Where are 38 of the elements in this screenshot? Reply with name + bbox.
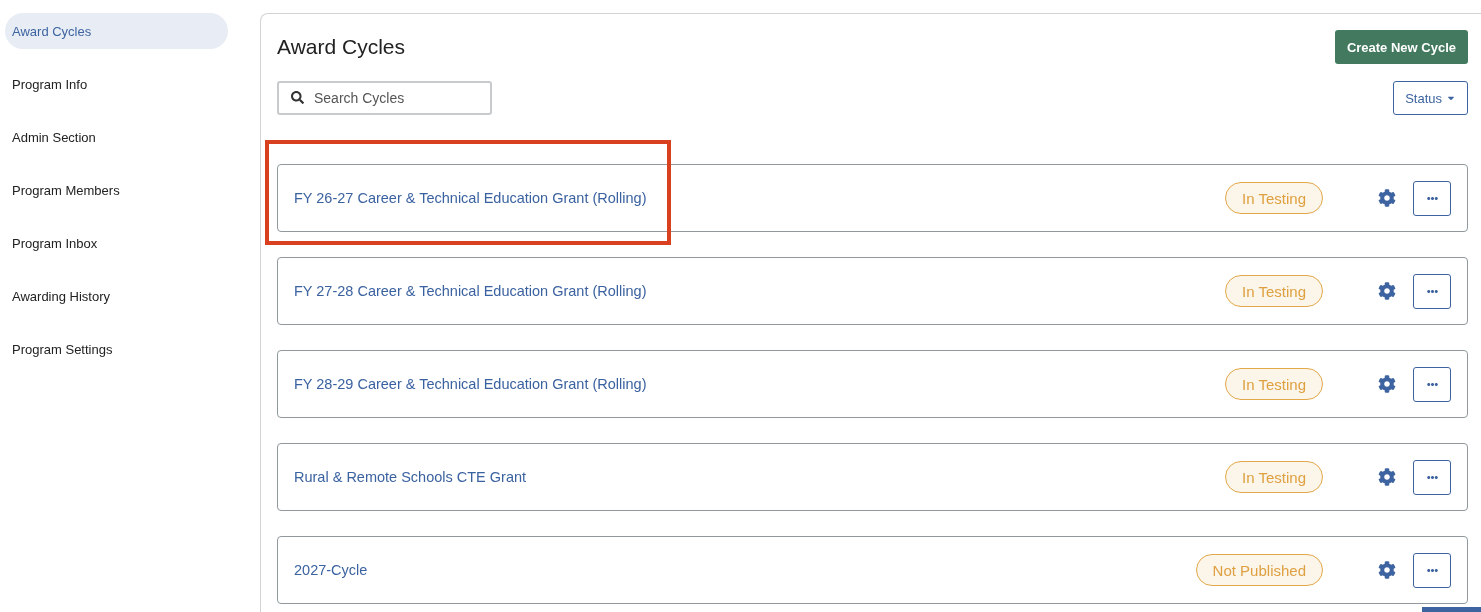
cycle-link[interactable]: FY 28-29 Career & Technical Education Grant (Rolling) [294, 376, 647, 392]
more-button[interactable] [1413, 273, 1451, 309]
status-badge: In Testing [1225, 182, 1323, 214]
sidebar-item[interactable]: Program Inbox [5, 225, 228, 261]
status-badge: Not Published [1195, 554, 1323, 586]
settings-button[interactable] [1378, 282, 1396, 300]
status-badge: In Testing [1225, 275, 1323, 307]
search-icon [291, 91, 304, 104]
status-badge: In Testing [1225, 461, 1323, 493]
cycle-link[interactable]: FY 27-28 Career & Technical Education Grant (Rolling) [294, 283, 647, 299]
sidebar-item[interactable]: Awarding History [5, 278, 228, 314]
sidebar-item[interactable]: Admin Section [5, 119, 228, 155]
cycle-link[interactable]: Rural & Remote Schools CTE Grant [294, 469, 527, 485]
more-button[interactable] [1413, 459, 1451, 495]
settings-icon [1378, 375, 1396, 393]
status-filter-button[interactable]: Status [1393, 81, 1468, 115]
settings-icon [1378, 561, 1396, 579]
sidebar-item[interactable]: Program Settings [5, 331, 228, 367]
cycle-link[interactable]: FY 26-27 Career & Technical Education Grant (Rolling) [294, 190, 647, 206]
edge-bar [1422, 607, 1481, 612]
settings-icon [1378, 282, 1396, 300]
settings-button[interactable] [1378, 561, 1396, 579]
settings-icon [1378, 468, 1396, 486]
more-button[interactable] [1413, 552, 1451, 588]
settings-button[interactable] [1378, 375, 1396, 393]
settings-icon [1378, 189, 1396, 207]
settings-button[interactable] [1378, 468, 1396, 486]
more-button[interactable] [1413, 366, 1451, 402]
page-title: Award Cycles [277, 34, 405, 60]
sidebar-item[interactable]: Award Cycles [5, 13, 228, 49]
more-button[interactable] [1413, 180, 1451, 216]
settings-button[interactable] [1378, 189, 1396, 207]
search-field[interactable]: Search Cycles [277, 81, 492, 115]
status-badge: In Testing [1225, 368, 1323, 400]
sidebar-item[interactable]: Program Members [5, 172, 228, 208]
cycle-link[interactable]: 2027-Cycle [294, 562, 368, 578]
sidebar-item[interactable]: Program Info [5, 66, 228, 102]
create-cycle-button[interactable]: Create New Cycle [1334, 30, 1468, 64]
